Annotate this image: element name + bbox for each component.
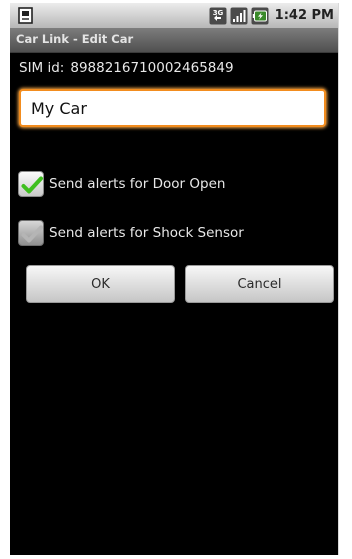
notification-icon xyxy=(18,7,33,24)
checkmark-disabled-icon xyxy=(21,225,43,243)
door-open-label: Send alerts for Door Open xyxy=(49,176,226,192)
cancel-button[interactable]: Cancel xyxy=(185,265,334,303)
battery-charging-icon xyxy=(251,7,269,24)
window-title: Car Link - Edit Car xyxy=(16,32,134,46)
door-open-checkbox[interactable] xyxy=(18,171,44,197)
signal-bars-icon xyxy=(230,7,248,24)
shock-sensor-label: Send alerts for Shock Sensor xyxy=(49,225,244,241)
network-3g-icon: 3G xyxy=(209,7,227,24)
sim-id-value: 8988216710002465849 xyxy=(70,60,234,76)
phone-screen: 3G 1:42 PM Car Link - Edit Car SIM id: 89… xyxy=(10,3,339,555)
car-name-input[interactable] xyxy=(19,89,326,127)
shock-sensor-checkbox[interactable] xyxy=(18,220,44,246)
sim-id-row: SIM id: 8988216710002465849 xyxy=(19,60,234,76)
ok-button[interactable]: OK xyxy=(26,265,175,303)
checkmark-icon xyxy=(21,176,43,194)
sim-id-label: SIM id: xyxy=(19,60,65,76)
title-bar: Car Link - Edit Car xyxy=(10,28,338,53)
status-time: 1:42 PM xyxy=(274,8,334,23)
status-bar: 3G 1:42 PM xyxy=(10,3,338,28)
door-open-alert-toggle[interactable]: Send alerts for Door Open xyxy=(18,169,225,199)
shock-sensor-alert-toggle[interactable]: Send alerts for Shock Sensor xyxy=(18,218,244,248)
status-icons: 3G 1:42 PM xyxy=(209,5,334,26)
svg-text:3G: 3G xyxy=(212,9,223,17)
